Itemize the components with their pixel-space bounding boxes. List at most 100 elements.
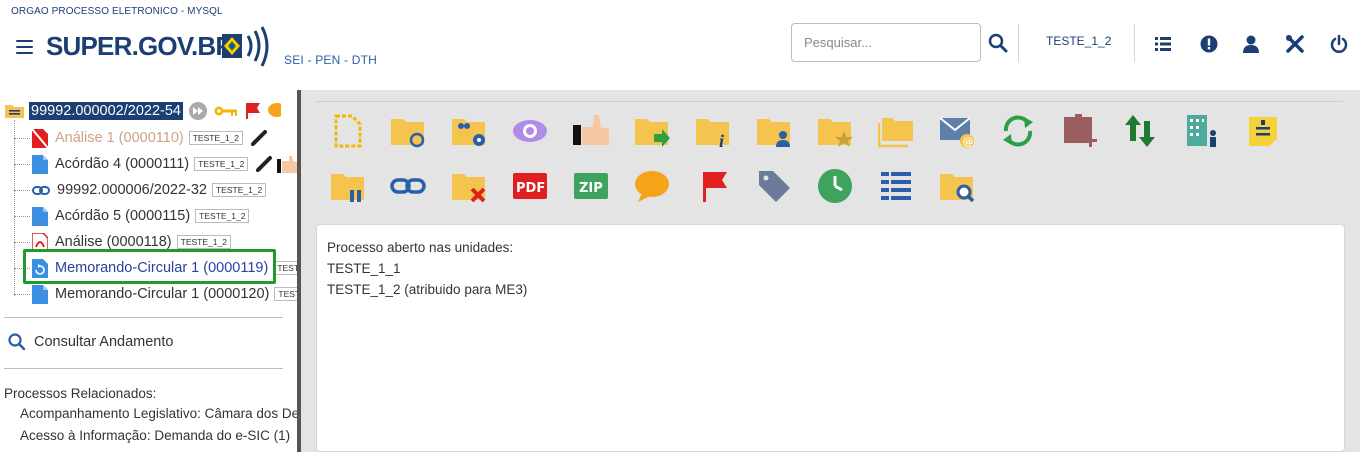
svg-text:i: i [719, 131, 724, 149]
tree-connector [14, 138, 30, 139]
header-separator [1018, 24, 1019, 62]
building-user-icon[interactable] [1184, 113, 1220, 149]
related-process-item[interactable]: Acesso à Informação: Demanda do e-SIC (1… [20, 428, 290, 443]
tree-item: 99992.000006/2022-32 TESTE_1_2 [32, 179, 267, 201]
forward-icon[interactable] [188, 101, 208, 121]
toolbar-divider [316, 101, 1343, 102]
list-icon[interactable] [878, 168, 914, 204]
unit-tag[interactable]: TESTE_1_2 [195, 209, 250, 223]
signature-hand-icon[interactable] [573, 113, 609, 149]
document-label[interactable]: Memorando-Circular 1 (0000120) [55, 286, 269, 302]
folder-users-settings-icon[interactable] [451, 113, 487, 149]
header-separator [1134, 24, 1135, 62]
document-icon [32, 206, 48, 226]
pen-icon[interactable] [255, 155, 273, 173]
sticky-note-icon[interactable] [1245, 113, 1281, 149]
tree-connector [14, 164, 30, 165]
process-number[interactable]: 99992.000002/2022-54 [29, 102, 183, 120]
document-refresh-icon [32, 258, 48, 278]
up-down-arrows-icon[interactable] [1122, 113, 1158, 149]
unit-tag[interactable]: TESTE_1_2 [188, 131, 244, 145]
pdf-cancelled-icon [32, 128, 48, 148]
tree-connector [14, 120, 15, 296]
document-label[interactable]: Análise (0000118) [55, 234, 172, 250]
svg-text:ZIP: ZIP [579, 181, 603, 196]
list-view-icon[interactable] [1153, 34, 1173, 54]
folder-search-icon[interactable] [939, 168, 975, 204]
tree-connector [14, 216, 30, 217]
document-icon [32, 154, 48, 174]
alert-icon[interactable] [1199, 34, 1219, 54]
hamburger-menu-icon[interactable] [16, 40, 33, 55]
logo-text: SUPER.GOV.BR [46, 31, 234, 61]
search-icon[interactable] [988, 33, 1008, 53]
tree-item: Análise (0000118) TESTE_1_2 [32, 231, 231, 253]
svg-text:PDF: PDF [516, 181, 545, 196]
folder-sync-icon[interactable] [390, 113, 426, 149]
linked-process-label[interactable]: 99992.000006/2022-32 [57, 182, 207, 198]
tree-item-selected: Memorando-Circular 1 (0000119) TESTE_1_2 [32, 257, 328, 279]
comment-icon[interactable] [634, 168, 670, 204]
unit-tag[interactable]: TESTE_1_2 [211, 183, 267, 197]
tree-connector [14, 294, 30, 295]
document-icon [32, 284, 48, 304]
search-input[interactable] [791, 23, 981, 62]
email-icon[interactable]: @ [939, 113, 975, 149]
unit-tag[interactable]: TESTE_1_2 [176, 235, 231, 249]
open-unit-item: TESTE_1_1 [327, 261, 401, 276]
subtitle: SEI - PEN - DTH [284, 53, 378, 67]
tools-icon[interactable] [1285, 34, 1305, 54]
unit-tag[interactable]: TESTE_1_2 [194, 157, 249, 171]
zip-icon[interactable]: ZIP [573, 168, 609, 204]
tree-item: Acórdão 4 (0000111) TESTE_1_2 [32, 153, 298, 175]
link-icon [32, 185, 50, 195]
document-label[interactable]: Acórdão 4 (0000111) [55, 156, 189, 172]
process-info-box: Processo aberto nas unidades: TESTE_1_1 … [316, 224, 1345, 452]
document-label[interactable]: Análise 1 (0000110) [55, 130, 184, 146]
folder-open-icon[interactable] [4, 102, 26, 120]
open-units-title: Processo aberto nas unidades: [327, 240, 514, 255]
document-label[interactable]: Memorando-Circular 1 (0000119) [55, 260, 268, 276]
related-processes-title: Processos Relacionados: [4, 386, 157, 401]
folder-user-icon[interactable] [756, 113, 792, 149]
tag-icon[interactable] [756, 168, 792, 204]
eye-icon[interactable] [512, 113, 548, 149]
clock-icon[interactable] [817, 168, 853, 204]
open-unit-item: TESTE_1_2 (atribuido para ME3) [327, 282, 528, 297]
tree-connector [14, 242, 30, 243]
folder-delete-icon[interactable] [451, 168, 487, 204]
flag-icon[interactable] [695, 168, 731, 204]
refresh-icon[interactable] [1000, 113, 1036, 149]
power-icon[interactable] [1329, 34, 1349, 54]
tree-item: Memorando-Circular 1 (0000120) TESTE_1_2 [32, 283, 329, 305]
signature-hand-icon[interactable] [277, 155, 298, 173]
folders-icon[interactable] [878, 113, 914, 149]
tree-root-row: 99992.000002/2022-54 [4, 100, 281, 122]
header: ORGAO PROCESSO ELETRONICO - MYSQL SUPER.… [0, 0, 1360, 90]
pdf-icon [32, 232, 48, 252]
folder-pause-icon[interactable] [330, 168, 366, 204]
key-icon[interactable] [214, 104, 238, 118]
consult-progress-label: Consultar Andamento [34, 334, 174, 350]
link-icon[interactable] [390, 168, 426, 204]
flag-icon[interactable] [244, 102, 262, 120]
pdf-icon[interactable]: PDF [512, 168, 548, 204]
user-icon[interactable] [1241, 34, 1261, 54]
consult-progress-link[interactable]: Consultar Andamento [8, 333, 173, 351]
folder-info-icon[interactable]: i [695, 113, 731, 149]
tree-connector [14, 190, 30, 191]
add-block-icon[interactable] [1062, 113, 1098, 149]
divider [4, 317, 283, 318]
folder-star-icon[interactable] [817, 113, 853, 149]
new-document-icon[interactable] [330, 113, 366, 149]
tree-connector [14, 268, 30, 269]
comment-icon[interactable] [267, 102, 281, 120]
unit-selector[interactable]: TESTE_1_2 [1046, 34, 1111, 48]
document-label[interactable]: Acórdão 5 (0000115) [55, 208, 190, 224]
pen-icon[interactable] [250, 129, 268, 147]
org-name: ORGAO PROCESSO ELETRONICO - MYSQL [11, 6, 223, 17]
divider [4, 368, 283, 369]
tree-item: Acórdão 5 (0000115) TESTE_1_2 [32, 205, 250, 227]
search-icon [8, 333, 26, 351]
folder-send-icon[interactable] [634, 113, 670, 149]
